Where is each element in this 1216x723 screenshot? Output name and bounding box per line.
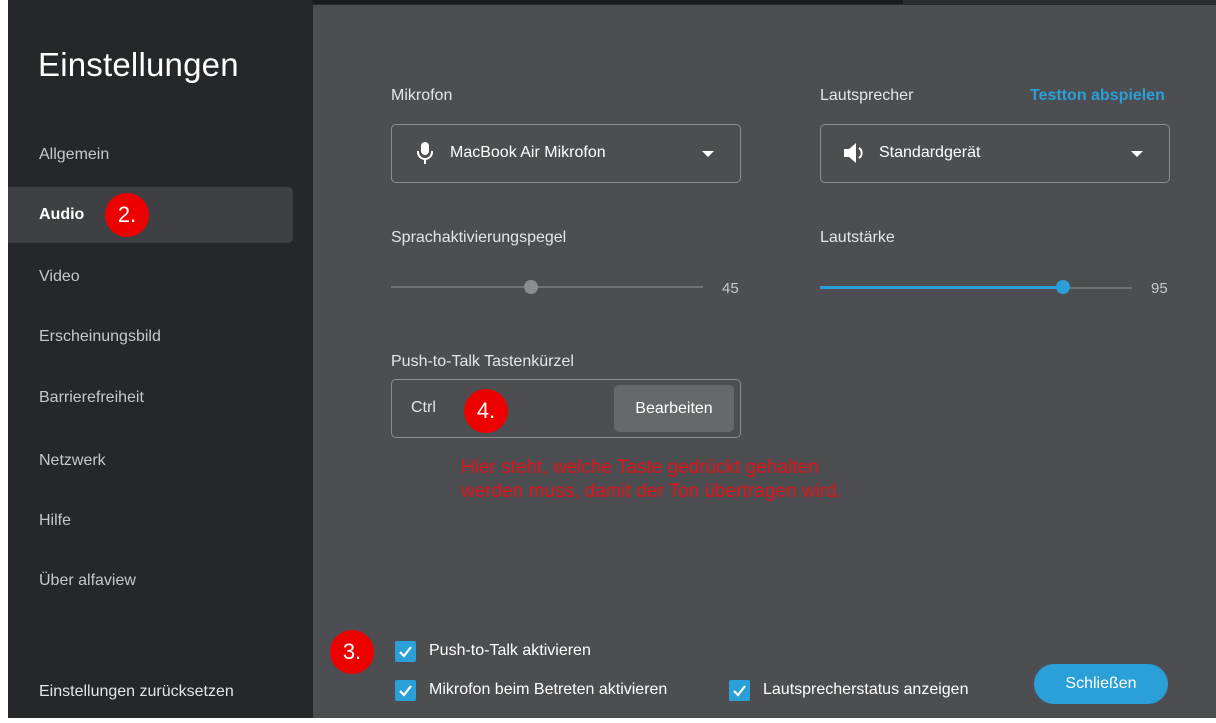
voice-activation-label: Sprachaktivierungspegel (391, 229, 567, 246)
microphone-label: Mikrofon (391, 87, 453, 104)
volume-value: 95 (1151, 280, 1168, 297)
push-to-talk-shortcut-field: Ctrl Bearbeiten (391, 379, 741, 438)
checkmark-icon (399, 646, 412, 658)
settings-window: Einstellungen Allgemein Audio Video Ersc… (8, 0, 1216, 718)
voice-activation-slider-track[interactable] (391, 286, 703, 288)
sidebar-item-audio[interactable]: Audio (8, 187, 293, 243)
sidebar-item-ueber-alfaview[interactable]: Über alfaview (8, 553, 293, 609)
sidebar-item-hilfe[interactable]: Hilfe (8, 493, 293, 549)
volume-slider-fill (820, 286, 1064, 289)
sidebar-item-erscheinungsbild[interactable]: Erscheinungsbild (8, 309, 293, 365)
volume-label: Lautstärke (820, 229, 895, 246)
push-to-talk-key: Ctrl (411, 399, 436, 416)
push-to-talk-label: Push-to-Talk Tastenkürzel (391, 353, 574, 370)
checkbox-mic-on-join[interactable]: Mikrofon beim Betreten aktivieren (395, 680, 715, 702)
sidebar: Einstellungen Allgemein Audio Video Ersc… (8, 0, 313, 718)
annotation-badge-3: 3. (330, 630, 374, 674)
edit-shortcut-button[interactable]: Bearbeiten (614, 385, 734, 432)
page-title: Einstellungen (38, 46, 239, 83)
checkbox-speaker-status[interactable]: Lautsprecherstatus anzeigen (729, 680, 1009, 702)
checkbox-box[interactable] (395, 680, 416, 701)
window-top-strip-segment (313, 0, 903, 4)
volume-slider-thumb[interactable] (1056, 280, 1071, 294)
chevron-down-icon (1131, 151, 1143, 157)
reset-settings-link[interactable]: Einstellungen zurücksetzen (39, 683, 234, 701)
checkbox-label: Lautsprecherstatus anzeigen (763, 681, 969, 698)
microphone-select[interactable]: MacBook Air Mikrofon (391, 124, 741, 183)
annotation-badge-2: 2. (105, 193, 149, 237)
checkbox-box[interactable] (729, 680, 750, 701)
checkbox-box[interactable] (395, 641, 416, 662)
annotation-note: Hier steht, welche Taste gedrückt gehalt… (461, 457, 842, 502)
voice-activation-slider-thumb[interactable] (524, 280, 539, 294)
speaker-select[interactable]: Standardgerät (820, 124, 1170, 183)
speaker-icon (844, 143, 863, 163)
checkmark-icon (733, 685, 746, 697)
checkbox-label: Push-to-Talk aktivieren (429, 642, 591, 659)
checkbox-label: Mikrofon beim Betreten aktivieren (429, 681, 668, 698)
speaker-label: Lautsprecher (820, 87, 914, 104)
play-test-tone-link[interactable]: Testton abspielen (1030, 87, 1165, 105)
sidebar-item-barrierefreiheit[interactable]: Barrierefreiheit (8, 370, 293, 426)
sidebar-item-allgemein[interactable]: Allgemein (8, 127, 293, 183)
chevron-down-icon (702, 151, 714, 157)
microphone-value: MacBook Air Mikrofon (450, 144, 606, 161)
close-button[interactable]: Schließen (1034, 664, 1168, 704)
annotation-badge-4: 4. (464, 389, 508, 433)
checkbox-push-to-talk[interactable]: Push-to-Talk aktivieren (395, 641, 655, 663)
speaker-value: Standardgerät (879, 144, 981, 161)
sidebar-item-video[interactable]: Video (8, 249, 293, 305)
checkmark-icon (399, 685, 412, 697)
sidebar-item-netzwerk[interactable]: Netzwerk (8, 433, 293, 489)
voice-activation-value: 45 (722, 280, 739, 297)
microphone-icon (417, 142, 433, 164)
